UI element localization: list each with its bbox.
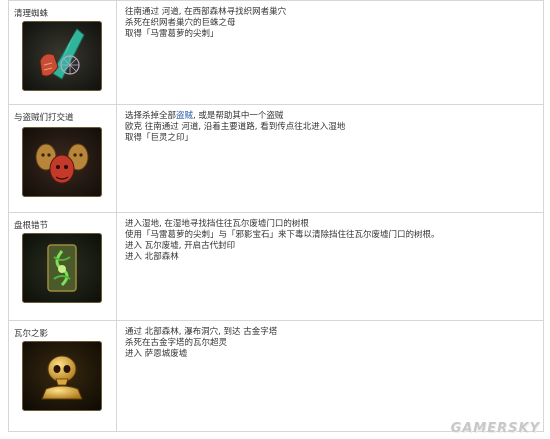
quest-table: 清理蜘蛛 往南通过 河道, 在西部森林寻找织网者巢穴 杀死在织网者巢穴的巨蛛之母… bbox=[8, 0, 544, 432]
description-line: 通过 北部森林, 瀑布洞穴, 到达 古金字塔 bbox=[125, 327, 278, 337]
quest-title: 与盗贼们打交道 bbox=[14, 113, 74, 123]
description-line: 杀死在织网者巢穴的巨蛛之母 bbox=[125, 18, 236, 28]
quest-description: 进入湿地, 在湿地寻找挡住往瓦尔废墟门口的树根 使用「马雷葛萝的尖刺」与「邪影宝… bbox=[125, 219, 440, 263]
quest-title-cell: 盘根错节 bbox=[9, 213, 117, 320]
description-line: 进入湿地, 在湿地寻找挡住往瓦尔废墟门口的树根 bbox=[125, 219, 309, 229]
quest-title: 瓦尔之影 bbox=[14, 329, 49, 339]
bandit-masks-icon bbox=[22, 127, 102, 197]
skull-idol-icon bbox=[22, 341, 102, 411]
quest-title: 盘根错节 bbox=[14, 221, 49, 231]
description-line: 往南通过 河道, 在西部森林寻找织网者巢穴 bbox=[125, 7, 287, 17]
quest-row: 与盗贼们打交道 选择杀掉全部盗贼, 或是帮助其中一个盗贼 欧克 往南通过 河道,… bbox=[9, 104, 543, 212]
watermark: GAMERSKY bbox=[450, 421, 540, 436]
description-line: 进入 萨恩城废墟 bbox=[125, 349, 188, 359]
description-line: 取得「马雷葛萝的尖刺」 bbox=[125, 29, 219, 39]
quest-title: 清理蜘蛛 bbox=[14, 9, 49, 19]
quest-title-cell: 清理蜘蛛 bbox=[9, 1, 117, 104]
description-line: 进入 北部森林 bbox=[125, 252, 179, 262]
tangled-roots-icon bbox=[22, 233, 102, 303]
description-line: 取得「巨灵之印」 bbox=[125, 133, 194, 143]
quest-title-cell: 与盗贼们打交道 bbox=[9, 105, 117, 212]
bandit-link[interactable]: 盗贼 bbox=[176, 111, 193, 121]
description-line: 选择杀掉全部盗贼, 或是帮助其中一个盗贼 bbox=[125, 111, 284, 121]
quest-description: 选择杀掉全部盗贼, 或是帮助其中一个盗贼 欧克 往南通过 河道, 沿着主要道路,… bbox=[125, 111, 345, 144]
quest-row: 清理蜘蛛 往南通过 河道, 在西部森林寻找织网者巢穴 杀死在织网者巢穴的巨蛛之母… bbox=[9, 0, 543, 104]
description-line: 杀死在古金字塔的瓦尔超灵 bbox=[125, 338, 228, 348]
quest-title-cell: 瓦尔之影 bbox=[9, 321, 117, 432]
quest-row: 盘根错节 进入湿地, 在湿地寻找挡住往瓦尔废墟门口的树根 使用「马雷葛萝的尖刺」… bbox=[9, 212, 543, 320]
description-line: 欧克 往南通过 河道, 沿着主要道路, 看到传点往北进入湿地 bbox=[125, 122, 346, 132]
quest-row: 瓦尔之影 通过 北部森林, 瀑布洞穴, 到达 古金字塔 杀死在古金字塔的瓦尔超灵… bbox=[9, 320, 543, 432]
description-line: 使用「马雷葛萝的尖刺」与「邪影宝石」来下毒以清除挡住往瓦尔废墟门口的树根。 bbox=[125, 230, 440, 240]
spider-claw-icon bbox=[22, 21, 102, 91]
quest-description: 通过 北部森林, 瀑布洞穴, 到达 古金字塔 杀死在古金字塔的瓦尔超灵 进入 萨… bbox=[125, 327, 277, 360]
description-line: 进入 瓦尔废墟, 开启古代封印 bbox=[125, 241, 236, 251]
quest-description: 往南通过 河道, 在西部森林寻找织网者巢穴 杀死在织网者巢穴的巨蛛之母 取得「马… bbox=[125, 7, 286, 40]
